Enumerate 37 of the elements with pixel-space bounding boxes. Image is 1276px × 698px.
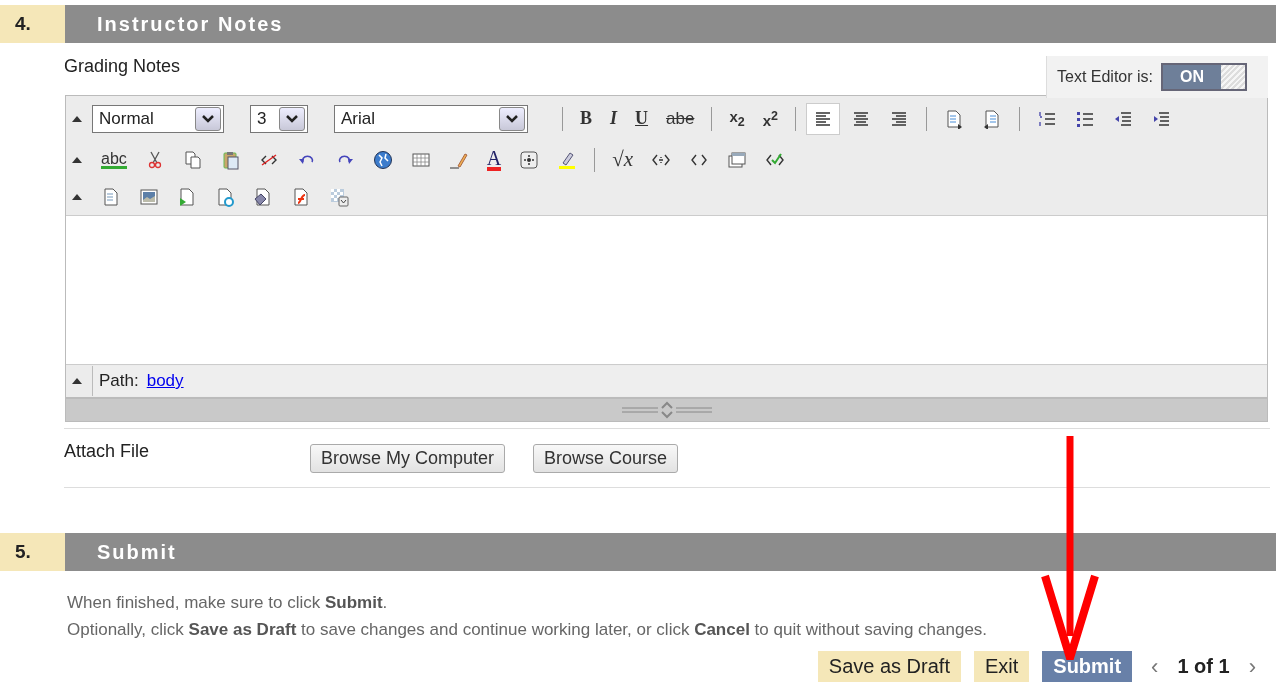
strikethrough-button[interactable]: abe [666, 108, 695, 129]
align-left-icon[interactable] [806, 102, 840, 135]
section-header: Instructor Notes [65, 5, 1276, 43]
page-indicator: 1 of 1 [1177, 655, 1230, 678]
path-link[interactable]: body [146, 371, 184, 391]
section-number: 4. [0, 5, 65, 43]
dropdown-field[interactable]: Normal [92, 104, 224, 133]
action-button[interactable]: Exit [973, 651, 1030, 682]
section-number: 5. [0, 533, 65, 571]
dropdown-field[interactable]: 3 [250, 104, 308, 133]
instruction-text: When finished, make sure to click Submit. [67, 592, 389, 614]
bold-button[interactable]: B [580, 108, 592, 129]
font-color-button[interactable]: A [486, 148, 502, 171]
toggle-label: Text Editor is: [1057, 68, 1154, 86]
math-button[interactable]: √x [612, 147, 634, 172]
collapse-icon[interactable] [72, 192, 82, 201]
underline-button[interactable]: U [635, 108, 649, 129]
action-button[interactable]: Save as Draft [817, 651, 961, 682]
resize-grip-icon[interactable] [621, 401, 712, 419]
field-label: Attach File [64, 440, 151, 462]
browse-button[interactable]: Browse Course [533, 443, 679, 473]
collapse-icon[interactable] [72, 377, 82, 385]
superscript-button[interactable]: x$^{2}$ [762, 108, 778, 129]
next-page-button[interactable]: › [1248, 653, 1256, 680]
editor-toggle[interactable]: ON [1161, 63, 1248, 91]
instruction-text: Optionally, click Save as Draft to save changes and continue working later, or click Cancel to quit without saving changes. [67, 619, 989, 641]
spellcheck-button[interactable]: abc [101, 150, 127, 169]
browse-button[interactable]: Browse My Computer [310, 443, 506, 473]
previous-page-button[interactable]: ‹ [1151, 653, 1159, 680]
italic-button[interactable]: I [610, 108, 618, 129]
section-header: Submit [65, 533, 1276, 571]
subscript-button[interactable]: x$_{2}$ [729, 108, 745, 129]
path-label: Path: [99, 371, 139, 391]
collapse-icon[interactable] [72, 155, 82, 164]
collapse-icon[interactable] [72, 114, 82, 123]
submit-button[interactable]: Submit [1042, 651, 1133, 682]
dropdown-field[interactable]: Arial [334, 104, 528, 133]
